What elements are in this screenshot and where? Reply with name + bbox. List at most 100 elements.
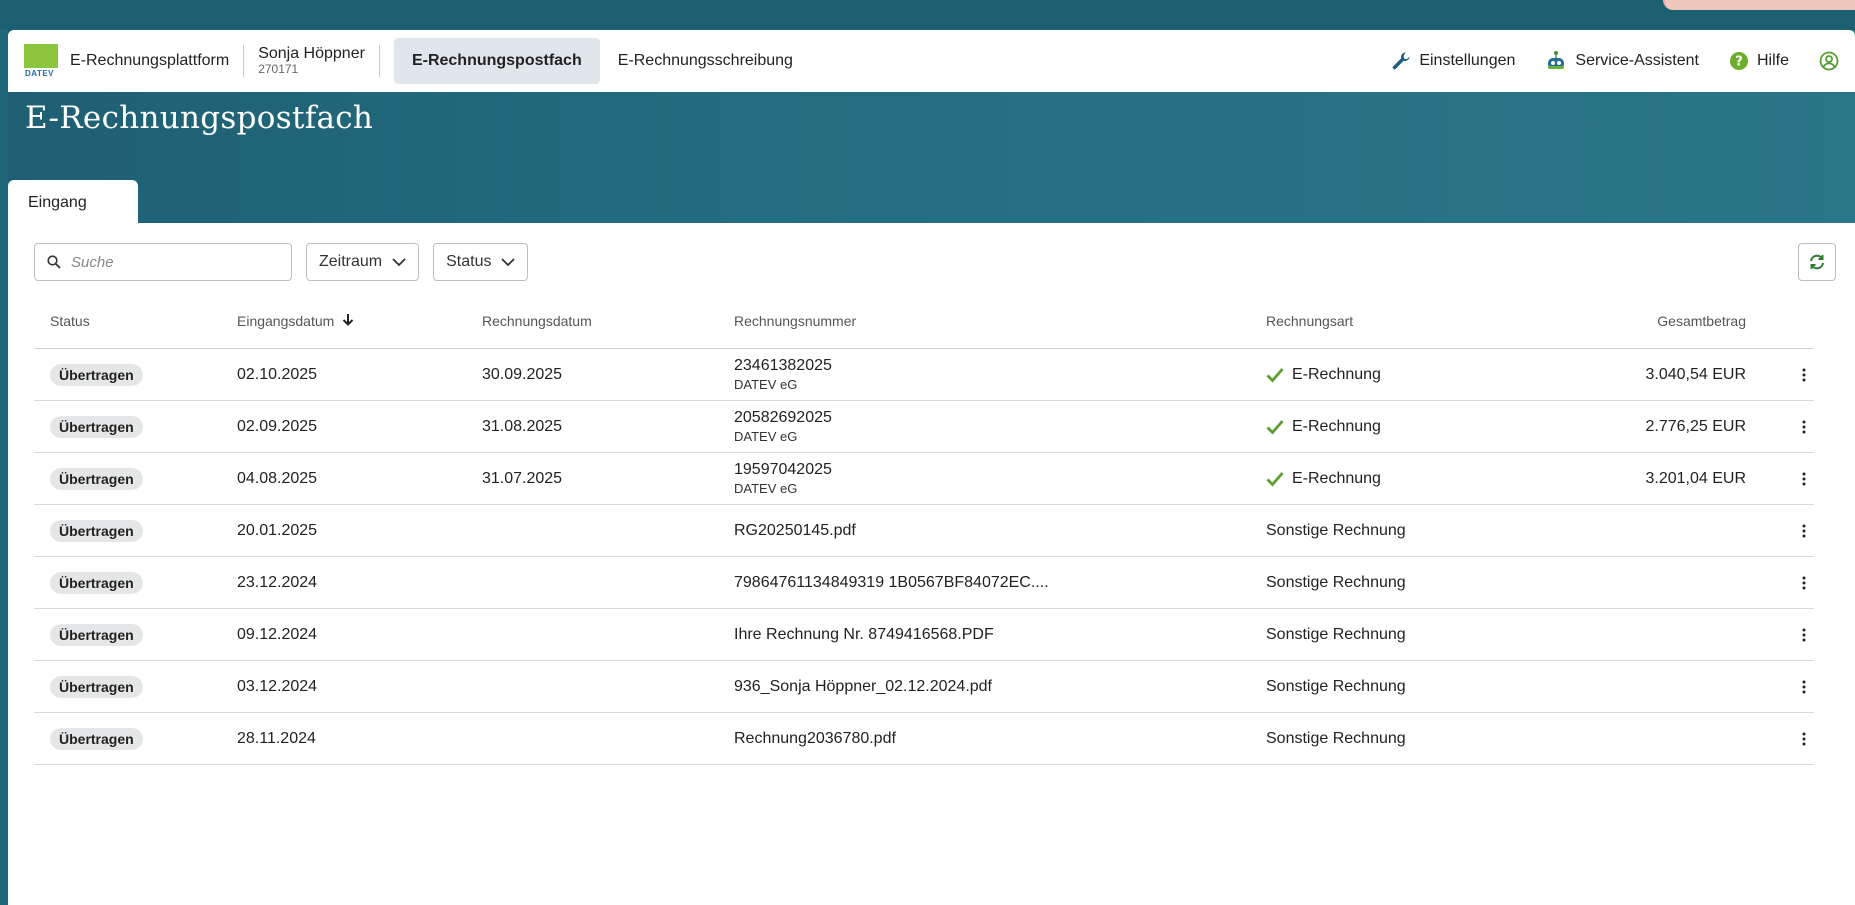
period-dropdown-label: Zeitraum — [319, 253, 383, 270]
settings-link[interactable]: Einstellungen — [1391, 51, 1515, 71]
table-row[interactable]: Übertragen 20.01.2025 RG20250145.pdf Sonsti… — [34, 505, 1814, 557]
received-date: 09.12.2024 — [237, 625, 318, 643]
chevron-down-icon — [501, 257, 516, 267]
status-cell: Übertragen — [34, 727, 229, 750]
table-row[interactable]: Übertragen 28.11.2024 Rechnung2036780.pdf S… — [34, 713, 1814, 765]
checkmark-icon — [1266, 367, 1284, 383]
invoice-sender: DATEV eG — [734, 480, 798, 496]
help-link[interactable]: ? Hilfe — [1729, 51, 1789, 71]
actions-cell — [1746, 625, 1814, 645]
more-options-icon[interactable] — [1794, 365, 1814, 385]
logo-square — [24, 44, 58, 68]
invoice-type: E-Rechnung — [1292, 469, 1381, 487]
received-date: 02.09.2025 — [237, 417, 318, 435]
status-cell: Übertragen — [34, 623, 229, 646]
header-received-date-label: Eingangsdatum — [237, 312, 335, 329]
tab-e-rechnungsschreibung[interactable]: E-Rechnungsschreibung — [600, 38, 811, 84]
received-date: 03.12.2024 — [237, 677, 318, 695]
top-nav-bar: DATEV E-Rechnungsplattform Sonja Höppner… — [8, 30, 1855, 92]
table-row[interactable]: Übertragen 03.12.2024 936_Sonja Höppner_02… — [34, 661, 1814, 713]
help-label: Hilfe — [1756, 52, 1789, 69]
invoice-type-cell: Sonstige Rechnung — [1266, 678, 1566, 696]
status-badge: Übertragen — [50, 363, 143, 386]
invoice-date: 31.07.2025 — [482, 469, 563, 487]
more-options-icon[interactable] — [1794, 521, 1814, 541]
invoice-type-cell: E-Rechnung — [1266, 366, 1566, 384]
table-row[interactable]: Übertragen 04.08.2025 31.07.2025 1959704202… — [34, 453, 1814, 505]
more-options-icon[interactable] — [1794, 469, 1814, 489]
table-row[interactable]: Übertragen 02.09.2025 31.08.2025 2058269202… — [34, 401, 1814, 453]
invoice-type-cell: E-Rechnung — [1266, 418, 1566, 436]
table-row[interactable]: Übertragen 09.12.2024 Ihre Rechnung Nr. 87… — [34, 609, 1814, 661]
header-total[interactable]: Gesamtbetrag — [1566, 313, 1746, 329]
invoice-total: 3.201,04 EUR — [1645, 469, 1746, 487]
received-date: 20.01.2025 — [237, 521, 318, 539]
more-options-icon[interactable] — [1794, 573, 1814, 593]
service-assistant-link[interactable]: Service-Assistent — [1545, 50, 1699, 72]
header-invoice-number[interactable]: Rechnungsnummer — [734, 313, 1266, 329]
more-options-icon[interactable] — [1794, 625, 1814, 645]
invoice-total: 3.040,54 EUR — [1645, 365, 1746, 383]
tab-eingang[interactable]: Eingang — [8, 180, 138, 226]
search-icon — [47, 255, 61, 269]
filter-toolbar: Zeitraum Status — [34, 243, 529, 281]
actions-cell — [1746, 573, 1814, 593]
app-name[interactable]: E-Rechnungsplattform — [70, 52, 229, 70]
search-input[interactable] — [69, 252, 273, 272]
invoice-number: RG20250145.pdf — [734, 521, 856, 539]
header-received-date[interactable]: Eingangsdatum — [229, 313, 474, 329]
header-status[interactable]: Status — [34, 313, 229, 329]
received-date: 04.08.2025 — [237, 469, 318, 487]
invoice-sender: DATEV eG — [734, 376, 798, 392]
nav-right-links: Einstellungen Service-Assistent ? Hilfe — [1391, 50, 1855, 72]
invoice-type: Sonstige Rechnung — [1266, 521, 1406, 539]
header-invoice-date[interactable]: Rechnungsdatum — [474, 313, 734, 329]
corner-decoration — [1663, 0, 1855, 10]
header-invoice-type[interactable]: Rechnungsart — [1266, 313, 1566, 329]
invoice-number: 936_Sonja Höppner_02.12.2024.pdf — [734, 677, 992, 695]
user-info[interactable]: Sonja Höppner 270171 — [258, 45, 365, 75]
invoice-number: 20582692025 — [734, 408, 832, 426]
svg-text:?: ? — [1735, 55, 1743, 70]
more-options-icon[interactable] — [1794, 417, 1814, 437]
status-dropdown[interactable]: Status — [433, 243, 529, 281]
status-badge: Übertragen — [50, 415, 143, 438]
invoice-type-cell: Sonstige Rechnung — [1266, 522, 1566, 540]
invoice-number: 79864761134849319 1B0567BF84072EC.... — [734, 573, 1049, 591]
invoice-type: E-Rechnung — [1292, 365, 1381, 383]
table-row[interactable]: Übertragen 23.12.2024 79864761134849319 1B… — [34, 557, 1814, 609]
user-circle-icon — [1819, 51, 1839, 71]
actions-cell — [1746, 521, 1814, 541]
status-badge: Übertragen — [50, 675, 143, 698]
table-row[interactable]: Übertragen 02.10.2025 30.09.2025 2346138202… — [34, 349, 1814, 401]
refresh-button[interactable] — [1798, 243, 1836, 281]
invoice-type: Sonstige Rechnung — [1266, 573, 1406, 591]
received-date: 28.11.2024 — [237, 729, 316, 747]
checkmark-icon — [1266, 419, 1284, 435]
invoice-number: 23461382025 — [734, 356, 832, 374]
table-body: Übertragen 02.10.2025 30.09.2025 2346138202… — [34, 349, 1814, 765]
robot-icon — [1545, 50, 1567, 72]
actions-cell — [1746, 365, 1814, 385]
invoice-type: Sonstige Rechnung — [1266, 677, 1406, 695]
status-cell: Übertragen — [34, 467, 229, 490]
invoice-table: Status Eingangsdatum Rechnungsdatum Rech… — [34, 293, 1814, 765]
received-date: 23.12.2024 — [237, 573, 318, 591]
top-strip — [0, 0, 1855, 30]
status-cell: Übertragen — [34, 675, 229, 698]
datev-logo[interactable]: DATEV — [24, 44, 58, 78]
app-frame: DATEV E-Rechnungsplattform Sonja Höppner… — [8, 30, 1855, 905]
search-box[interactable] — [34, 243, 292, 281]
user-account-button[interactable] — [1819, 51, 1839, 71]
page-title: E-Rechnungspostfach — [25, 100, 374, 136]
tab-e-rechnungspostfach[interactable]: E-Rechnungspostfach — [393, 38, 600, 84]
invoice-number: Ihre Rechnung Nr. 8749416568.PDF — [734, 625, 994, 643]
table-header-row: Status Eingangsdatum Rechnungsdatum Rech… — [34, 293, 1814, 349]
period-dropdown[interactable]: Zeitraum — [306, 243, 420, 281]
help-icon: ? — [1729, 51, 1749, 71]
more-options-icon[interactable] — [1794, 677, 1814, 697]
invoice-type: Sonstige Rechnung — [1266, 625, 1406, 643]
more-options-icon[interactable] — [1794, 729, 1814, 749]
actions-cell — [1746, 677, 1814, 697]
status-badge: Übertragen — [50, 727, 143, 750]
